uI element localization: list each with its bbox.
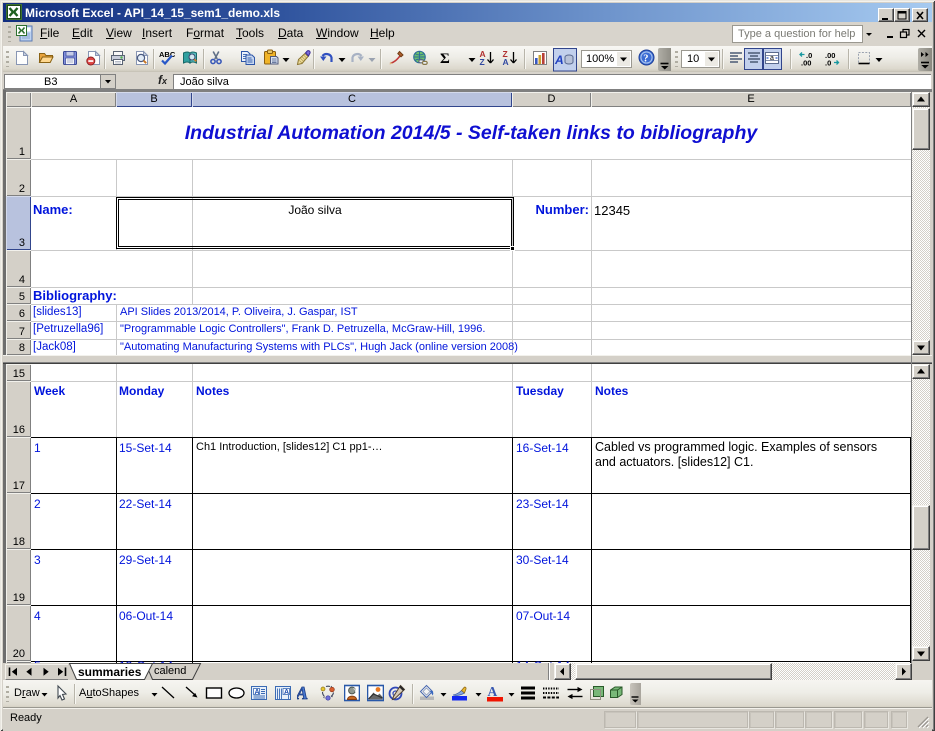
svg-text:A: A [503, 57, 509, 67]
svg-text:A: A [554, 53, 564, 67]
svg-text:?: ? [643, 54, 648, 65]
svg-text:A: A [488, 684, 498, 699]
svg-text:Σ: Σ [440, 51, 450, 67]
svg-text:Z: Z [480, 57, 485, 67]
svg-text:ABC: ABC [159, 50, 176, 59]
svg-text:A: A [284, 689, 289, 696]
svg-text:A: A [297, 683, 308, 703]
svg-text:a: a [770, 55, 774, 62]
svg-text:.0: .0 [825, 59, 831, 67]
svg-text:A: A [255, 689, 260, 696]
svg-text:.00: .00 [801, 59, 811, 67]
